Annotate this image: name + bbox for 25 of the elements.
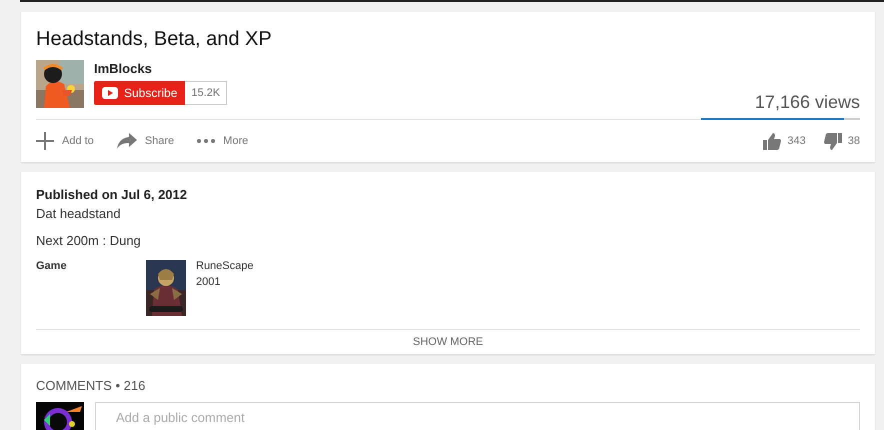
subscribe-button[interactable]: Subscribe <box>94 81 186 105</box>
video-title: Headstands, Beta, and XP <box>36 27 273 51</box>
more-button[interactable]: More <box>197 135 248 147</box>
description-line: Dat headstand <box>36 206 122 221</box>
comments-heading: COMMENTS • 216 <box>36 378 146 393</box>
share-button[interactable]: Share <box>116 133 174 149</box>
description-line: Next 200m : Dung <box>36 233 142 248</box>
like-button[interactable]: 343 <box>763 132 806 150</box>
channel-name: ImBlocks <box>94 61 153 76</box>
thumbs-up-icon <box>763 132 782 150</box>
publish-date: Published on Jul 6, 2012 <box>36 187 188 202</box>
comment-input[interactable]: Add a public comment <box>95 402 860 430</box>
share-arrow-icon <box>116 133 137 149</box>
subscriber-count: 15.2K <box>185 81 228 105</box>
thumbs-down-icon <box>824 132 842 150</box>
dots-icon <box>197 139 216 143</box>
plus-icon <box>36 132 54 150</box>
game-title[interactable]: RuneScape <box>196 260 254 272</box>
game-year: 2001 <box>196 276 222 288</box>
play-icon <box>102 87 118 99</box>
meta-label: Game <box>36 260 68 274</box>
show-more-button[interactable]: SHOW MORE <box>412 336 484 348</box>
view-count: 17,166 views <box>754 92 860 113</box>
dislike-button[interactable]: 38 <box>824 132 860 150</box>
add-to-button[interactable]: Add to <box>36 132 94 150</box>
